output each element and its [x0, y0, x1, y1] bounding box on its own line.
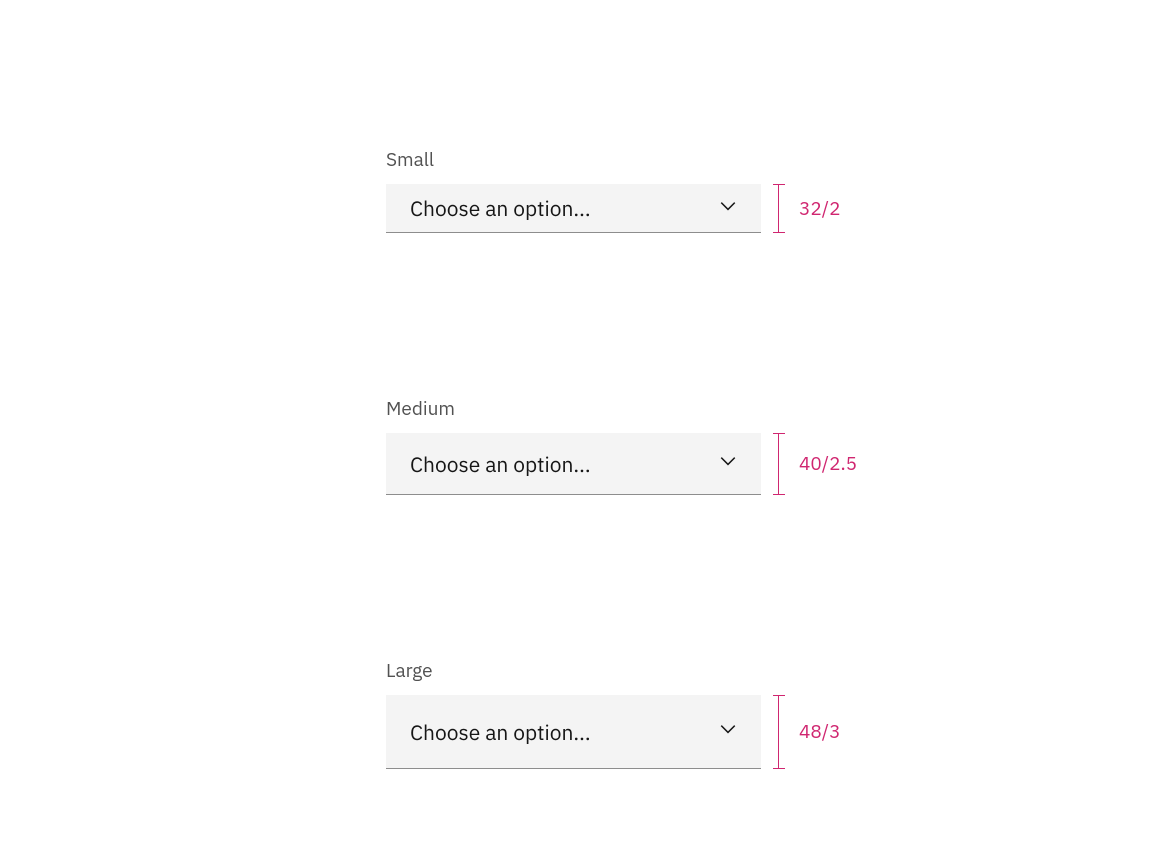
- measure-value: 40/2.5: [799, 452, 857, 476]
- dropdown-placeholder: Choose an option...: [410, 194, 591, 222]
- spec-label-large: Large: [386, 659, 906, 683]
- chevron-down-icon: [719, 452, 737, 475]
- dropdown-small[interactable]: Choose an option...: [386, 184, 761, 233]
- height-measure-small: 32/2: [773, 184, 840, 233]
- measure-value: 32/2: [799, 197, 840, 221]
- measure-bracket: [773, 433, 785, 495]
- spec-block-small: Small Choose an option... 32/2: [386, 148, 906, 233]
- measure-value: 48/3: [799, 720, 840, 744]
- height-measure-large: 48/3: [773, 695, 840, 769]
- spec-label-medium: Medium: [386, 397, 906, 421]
- height-measure-medium: 40/2.5: [773, 433, 857, 495]
- dropdown-large[interactable]: Choose an option...: [386, 695, 761, 769]
- spec-row-small: Choose an option... 32/2: [386, 184, 906, 233]
- spec-block-medium: Medium Choose an option... 40/2.5: [386, 397, 906, 495]
- measure-bracket: [773, 695, 785, 769]
- dropdown-size-spec-container: Small Choose an option... 32/2 Medium: [386, 148, 906, 769]
- chevron-down-icon: [719, 197, 737, 220]
- spec-label-small: Small: [386, 148, 906, 172]
- spec-row-large: Choose an option... 48/3: [386, 695, 906, 769]
- spec-row-medium: Choose an option... 40/2.5: [386, 433, 906, 495]
- chevron-down-icon: [719, 720, 737, 743]
- spec-block-large: Large Choose an option... 48/3: [386, 659, 906, 769]
- measure-bracket: [773, 184, 785, 233]
- dropdown-placeholder: Choose an option...: [410, 718, 591, 746]
- dropdown-medium[interactable]: Choose an option...: [386, 433, 761, 495]
- dropdown-placeholder: Choose an option...: [410, 450, 591, 478]
